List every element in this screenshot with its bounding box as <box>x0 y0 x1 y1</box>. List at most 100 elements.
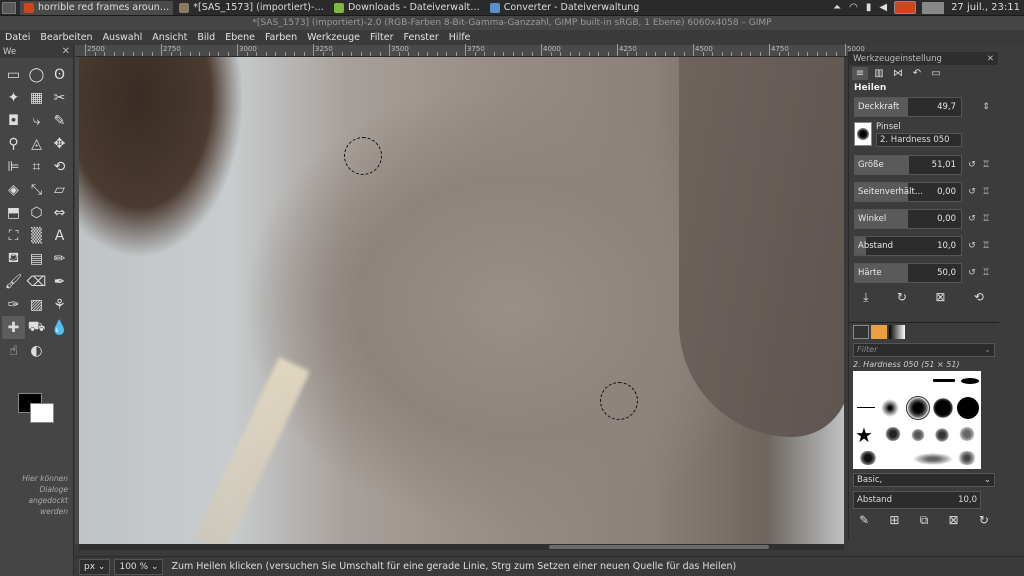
close-icon[interactable]: ✕ <box>62 46 70 57</box>
option-slider-1[interactable]: Seitenverhält... 0,00 ↺ ♖ <box>854 182 990 202</box>
star-brush-icon[interactable]: ★ <box>855 423 873 447</box>
measure-icon[interactable]: ◬ <box>25 132 48 155</box>
patterns-tab-icon[interactable] <box>871 325 887 339</box>
fuzzy-select-icon[interactable]: ✦ <box>2 86 25 109</box>
mypaint-brush-icon[interactable]: ▨ <box>25 293 48 316</box>
reset-icon[interactable]: ↺ <box>965 184 979 200</box>
image-canvas[interactable] <box>79 57 844 544</box>
reset-icon[interactable]: ↺ <box>965 238 979 254</box>
opacity-slider[interactable]: Deckkraft 49,7 ⇕ <box>854 97 990 117</box>
display-tab-icon[interactable]: ▭ <box>928 67 944 80</box>
brush-item[interactable] <box>885 427 901 441</box>
menu-item-werkzeuge[interactable]: Werkzeuge <box>302 32 365 43</box>
brush-preview[interactable] <box>854 122 872 146</box>
menu-item-ansicht[interactable]: Ansicht <box>147 32 192 43</box>
horizontal-scrollbar[interactable] <box>79 544 844 550</box>
refresh-brushes-icon[interactable]: ↻ <box>979 513 989 528</box>
foreground-select-icon[interactable]: ◘ <box>2 109 25 132</box>
rect-select-icon[interactable]: ▭ <box>2 63 25 86</box>
brush-tag-select[interactable]: Basic, ⌄ <box>853 473 995 487</box>
wifi-icon[interactable]: ◠ <box>849 2 858 13</box>
ellipse-select-icon[interactable]: ◯ <box>25 63 48 86</box>
paths-tab-icon[interactable]: ⋈ <box>890 67 906 80</box>
perspective-clone-icon[interactable]: ⛟ <box>25 316 48 339</box>
lasso-icon[interactable]: ʘ <box>48 63 71 86</box>
gradient-icon[interactable]: ▤ <box>25 247 48 270</box>
link-icon[interactable]: ♖ <box>979 157 993 173</box>
color-picker-icon[interactable]: ✎ <box>48 109 71 132</box>
brush-grid[interactable]: ★ <box>853 371 981 469</box>
brush-item[interactable] <box>913 453 953 465</box>
eraser-icon[interactable]: ⌫ <box>25 270 48 293</box>
brush-selector[interactable]: Pinsel 2. Hardness 050 <box>854 120 962 148</box>
reset-icon[interactable]: ⟲ <box>974 290 984 304</box>
scissors-icon[interactable]: ✂ <box>48 86 71 109</box>
option-slider-0[interactable]: Größe 51,01 ↺ ♖ <box>854 155 990 175</box>
color-swatches[interactable] <box>14 389 62 425</box>
option-slider-3[interactable]: Abstand 10,0 ↺ ♖ <box>854 236 990 256</box>
rotate-icon[interactable]: ◈ <box>2 178 25 201</box>
shear-icon[interactable]: ▱ <box>48 178 71 201</box>
datetime[interactable]: 27 juil., 23:11 <box>951 2 1020 13</box>
brush-item[interactable] <box>911 429 925 441</box>
brush-item[interactable] <box>857 407 875 408</box>
delete-brush-icon[interactable]: ⊠ <box>949 513 959 528</box>
zoom-icon[interactable]: ⚲ <box>2 132 25 155</box>
move-icon[interactable]: ✥ <box>48 132 71 155</box>
heal-icon[interactable]: ✚ <box>2 316 25 339</box>
align-icon[interactable]: ⊫ <box>2 155 25 178</box>
taskbar-task[interactable]: horrible red frames aroun… <box>20 0 174 15</box>
brush-spacing-slider[interactable]: Abstand 10,0 <box>853 491 981 509</box>
brush-item[interactable] <box>881 399 899 417</box>
brush-item[interactable] <box>935 428 949 442</box>
link-icon[interactable]: ♖ <box>979 211 993 227</box>
up-arrow-icon[interactable]: ⏶ <box>833 2 841 13</box>
paintbrush-icon[interactable]: 🖌 <box>2 270 25 293</box>
paths-icon[interactable]: ⤷ <box>25 109 48 132</box>
scroll-thumb[interactable] <box>549 545 769 549</box>
brush-item[interactable] <box>933 398 953 418</box>
cage-icon[interactable]: ⛶ <box>2 224 25 247</box>
brush-filter-input[interactable]: Filter ⌄ <box>853 343 995 357</box>
option-slider-4[interactable]: Härte 50,0 ↺ ♖ <box>854 263 990 283</box>
clone-icon[interactable]: ⚘ <box>48 293 71 316</box>
menu-item-datei[interactable]: Datei <box>0 32 35 43</box>
reset-icon[interactable]: ↺ <box>965 265 979 281</box>
brush-item[interactable] <box>933 379 955 382</box>
battery-icon[interactable]: ▮ <box>866 2 872 13</box>
duplicate-brush-icon[interactable]: ⧉ <box>920 513 929 528</box>
brushes-tab-icon[interactable] <box>853 325 869 339</box>
gradients-tab-icon[interactable] <box>889 325 905 339</box>
dodge-burn-icon[interactable]: ◐ <box>25 339 48 362</box>
link-icon[interactable]: ♖ <box>979 238 993 254</box>
window-tray-icon[interactable] <box>922 1 945 14</box>
menu-item-hilfe[interactable]: Hilfe <box>444 32 476 43</box>
menu-item-bearbeiten[interactable]: Bearbeiten <box>35 32 97 43</box>
text-icon[interactable]: A <box>48 224 71 247</box>
background-color[interactable] <box>30 403 54 423</box>
unit-select[interactable]: px ⌄ <box>79 558 111 575</box>
brush-item[interactable] <box>906 396 930 420</box>
reset-icon[interactable]: ↺ <box>965 211 979 227</box>
brush-item[interactable] <box>957 451 977 465</box>
menu-item-farben[interactable]: Farben <box>260 32 302 43</box>
color-select-icon[interactable]: ▦ <box>25 86 48 109</box>
taskbar-task[interactable]: *[SAS_1573] (importiert)-… <box>175 1 328 15</box>
menu-item-fenster[interactable]: Fenster <box>399 32 444 43</box>
blur-icon[interactable]: 💧 <box>48 316 71 339</box>
restore-icon[interactable]: ↻ <box>897 290 907 304</box>
channels-tab-icon[interactable]: ▥ <box>871 67 887 80</box>
scale-icon[interactable]: ⤡ <box>25 178 48 201</box>
layers-tab-icon[interactable]: ≡ <box>852 66 868 80</box>
smudge-icon[interactable]: ☝ <box>2 339 25 362</box>
pencil-icon[interactable]: ✏ <box>48 247 71 270</box>
reset-icon[interactable]: ↺ <box>965 157 979 173</box>
undo-tab-icon[interactable]: ↶ <box>909 67 925 80</box>
app-menu-icon[interactable] <box>2 1 16 14</box>
menu-item-ebene[interactable]: Ebene <box>220 32 260 43</box>
unified-transform-icon[interactable]: ⟲ <box>48 155 71 178</box>
perspective-icon[interactable]: ⬒ <box>2 201 25 224</box>
3d-transform-icon[interactable]: ⬡ <box>25 201 48 224</box>
brush-item[interactable] <box>959 427 975 441</box>
taskbar-task[interactable]: Downloads - Dateiverwalt… <box>330 1 484 15</box>
